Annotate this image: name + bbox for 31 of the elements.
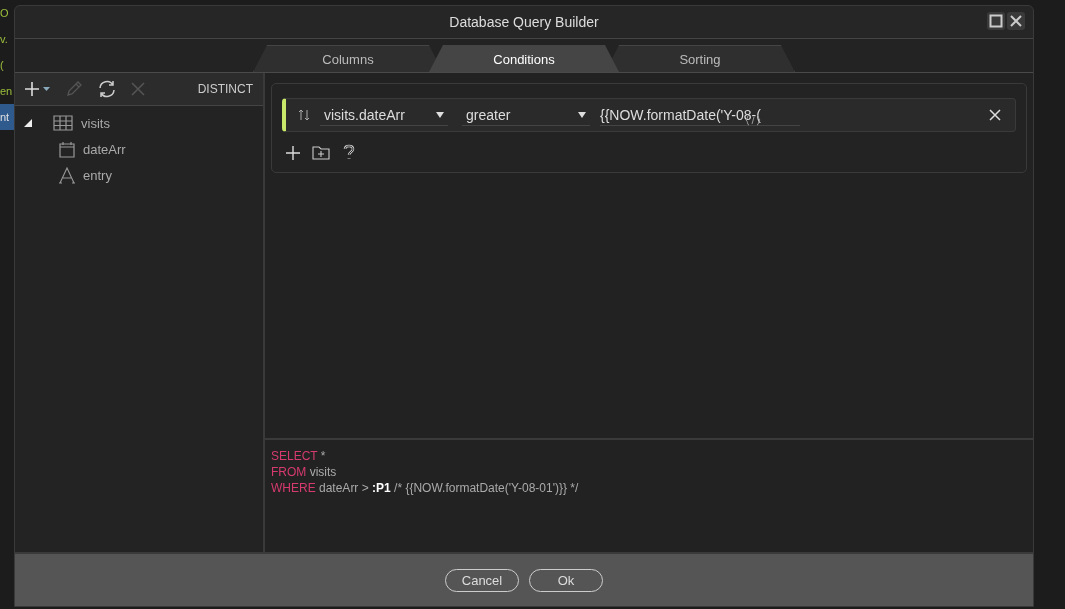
refresh-icon[interactable] — [97, 79, 117, 99]
tab[interactable]: Conditions — [429, 45, 619, 72]
code-line: en — [0, 84, 14, 99]
sql-line: SELECT * — [271, 448, 327, 464]
table-icon — [53, 115, 73, 131]
tree-item[interactable]: visits — [81, 115, 110, 131]
code-line: v. — [0, 32, 9, 47]
sql-line: FROM visits — [271, 464, 338, 480]
window-title: Database Query Builder — [449, 14, 599, 30]
distinct-toggle[interactable]: DISTINCT — [197, 82, 253, 96]
field-select[interactable]: visits.dateArr — [320, 104, 448, 126]
remove-icon[interactable] — [989, 109, 1001, 121]
close-button[interactable] — [1007, 12, 1025, 30]
code-line: ( — [0, 58, 5, 73]
caret-icon — [436, 111, 444, 118]
tree-item[interactable]: dateArr — [83, 141, 126, 157]
expand-icon[interactable] — [23, 118, 33, 128]
operator-select[interactable]: greater — [462, 104, 590, 126]
maximize-button[interactable] — [987, 12, 1005, 30]
code-line: O — [0, 6, 10, 21]
folder-add-icon[interactable] — [312, 146, 330, 160]
value-field[interactable]: {{NOW.formatDate('Y-08-( — [600, 104, 800, 126]
letter-icon — [59, 166, 75, 184]
add-icon[interactable] — [25, 81, 51, 97]
question-icon[interactable] — [342, 144, 356, 162]
caret-icon — [578, 111, 586, 118]
add-icon[interactable] — [286, 146, 300, 160]
sort-arrows-icon[interactable] — [298, 109, 310, 121]
tree-item[interactable]: entry — [83, 167, 112, 183]
calendar-icon — [59, 140, 75, 158]
sql-line: WHERE dateArr > :P1 /* {{NOW.formatDate('Y-08-01')}} */ — [271, 480, 580, 496]
